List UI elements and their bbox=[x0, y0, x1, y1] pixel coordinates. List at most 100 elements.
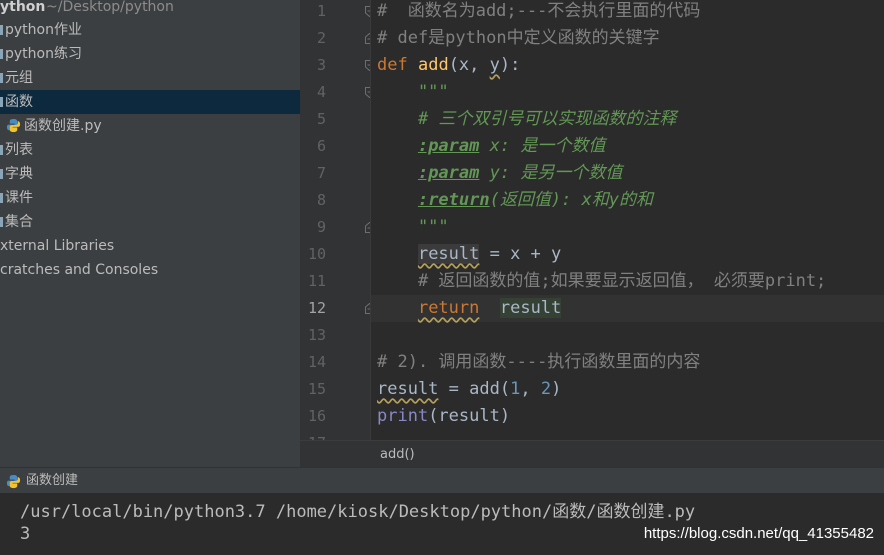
code-line-5: # 三个双引号可以实现函数的注释 bbox=[377, 109, 677, 129]
tree-item-tuple[interactable]: 元组 bbox=[0, 66, 300, 90]
tree-item-dict[interactable]: 字典 bbox=[0, 162, 300, 186]
code-line-15: result = add(1, 2) bbox=[377, 376, 561, 403]
code-line-12: return result bbox=[377, 295, 562, 322]
line-number: 5 bbox=[316, 110, 326, 128]
expression: = x + y bbox=[479, 244, 562, 264]
param-y: y bbox=[489, 55, 500, 75]
keyword-def: def bbox=[377, 55, 408, 75]
builtin-print: print bbox=[377, 406, 429, 426]
tree-item-scratches[interactable]: cratches and Consoles bbox=[0, 258, 300, 282]
code-line-1: # 函数名为add;---不会执行里面的代码 bbox=[377, 0, 700, 25]
tree-item-set[interactable]: 集合 bbox=[0, 210, 300, 234]
tree-item-function[interactable]: 函数 bbox=[0, 90, 300, 114]
line-number: 16 bbox=[307, 407, 326, 425]
comment-text: # 函数名为add;---不会执行里面的代码 bbox=[377, 1, 701, 21]
tree-item-list[interactable]: 列表 bbox=[0, 138, 300, 162]
tree-item-label: 函数 bbox=[5, 94, 33, 110]
code-editor[interactable]: # 函数名为add;---不会执行里面的代码 # def是python中定义函数… bbox=[371, 0, 884, 440]
line-number: 9 bbox=[316, 218, 326, 236]
keyword-return: return bbox=[417, 298, 480, 318]
doc-text: (返回值): x和y的和 bbox=[489, 190, 654, 210]
variable-result: result bbox=[417, 244, 480, 264]
code-line-14: # 2). 调用函数----执行函数里面的内容 bbox=[377, 352, 701, 372]
tree-item-label: 列表 bbox=[5, 142, 33, 158]
folder-icon bbox=[0, 217, 3, 227]
code-line-3: def add(x, y): bbox=[377, 52, 520, 79]
call-start: = add( bbox=[438, 379, 511, 399]
folder-icon bbox=[0, 97, 3, 107]
breadcrumb[interactable]: add() bbox=[300, 440, 884, 468]
comma: , bbox=[520, 379, 541, 399]
code-line-6: :param x: 是一个数值 bbox=[377, 133, 605, 160]
breadcrumb-function[interactable]: add() bbox=[380, 441, 415, 468]
line-number: 13 bbox=[307, 326, 326, 344]
line-number: 6 bbox=[316, 137, 326, 155]
python-file-icon bbox=[6, 474, 21, 489]
tree-item-python-practice[interactable]: python练习 bbox=[0, 42, 300, 66]
tree-item-label: python作业 bbox=[5, 22, 82, 38]
doc-tag-param: :param bbox=[417, 136, 480, 156]
run-console[interactable]: /usr/local/bin/python3.7 /home/kiosk/Des… bbox=[0, 493, 884, 555]
variable-result: result bbox=[377, 379, 439, 399]
code-line-8: :return(返回值): x和y的和 bbox=[377, 187, 653, 214]
tree-item-label: 元组 bbox=[5, 70, 33, 86]
tree-item-courseware[interactable]: 课件 bbox=[0, 186, 300, 210]
tree-item-label: xternal Libraries bbox=[0, 238, 115, 254]
line-number: 2 bbox=[316, 29, 326, 47]
folder-icon bbox=[0, 193, 3, 203]
function-name: add bbox=[417, 55, 449, 75]
tree-item-label: 课件 bbox=[5, 190, 33, 206]
tree-item-label: python练习 bbox=[5, 46, 82, 62]
line-number: 7 bbox=[316, 164, 326, 182]
tree-item-python-homework[interactable]: python作业 bbox=[0, 18, 300, 42]
doc-tag-return: :return bbox=[417, 190, 490, 210]
line-number: 1 bbox=[316, 2, 326, 20]
tree-item-label: 集合 bbox=[5, 214, 33, 230]
params-end: ): bbox=[499, 55, 521, 75]
code-line-11: # 返回函数的值;如果要显示返回值， 必须要print; bbox=[377, 271, 827, 291]
code-line-2: # def是python中定义函数的关键字 bbox=[377, 25, 660, 52]
call-end: ) bbox=[551, 379, 562, 399]
line-number: 15 bbox=[307, 380, 326, 398]
folder-icon bbox=[0, 169, 3, 179]
project-root-name: ython bbox=[0, 0, 46, 15]
folder-icon bbox=[0, 25, 3, 35]
console-command: /usr/local/bin/python3.7 /home/kiosk/Des… bbox=[20, 502, 696, 522]
tree-item-label: 函数创建.py bbox=[24, 118, 102, 134]
line-number: 4 bbox=[316, 83, 326, 101]
folder-icon bbox=[0, 73, 3, 83]
python-file-icon bbox=[6, 118, 21, 133]
project-tree: ython ~/Desktop/python python作业 python练习… bbox=[0, 0, 300, 467]
watermark: https://blog.csdn.net/qq_41355482 bbox=[643, 525, 874, 542]
tree-item-function-create-py[interactable]: 函数创建.py bbox=[0, 114, 300, 138]
params-start: (x, bbox=[448, 55, 490, 75]
folder-icon bbox=[0, 145, 3, 155]
folder-icon bbox=[0, 49, 3, 59]
run-tab-bar: 函数创建 bbox=[0, 467, 884, 494]
doc-text: y: 是另一个数值 bbox=[479, 163, 623, 183]
call-args: (result) bbox=[428, 406, 511, 426]
code-line-9: """ bbox=[377, 217, 449, 237]
variable-result: result bbox=[499, 298, 562, 318]
line-number-active: 12 bbox=[307, 299, 326, 317]
number-literal: 1 bbox=[510, 379, 521, 399]
project-root[interactable]: ython ~/Desktop/python bbox=[0, 0, 300, 19]
line-number: 8 bbox=[316, 191, 326, 209]
tree-item-label: cratches and Consoles bbox=[0, 262, 159, 278]
line-number: 3 bbox=[316, 56, 326, 74]
number-literal: 2 bbox=[540, 379, 552, 399]
doc-tag-param: :param bbox=[417, 163, 480, 183]
tree-item-label: 字典 bbox=[5, 166, 33, 182]
line-number: 14 bbox=[307, 353, 326, 371]
doc-text: x: 是一个数值 bbox=[479, 136, 606, 156]
line-number: 11 bbox=[307, 272, 326, 290]
code-line-7: :param y: 是另一个数值 bbox=[377, 160, 622, 187]
comment-text: # def是python中定义函数的关键字 bbox=[377, 28, 660, 48]
line-number: 10 bbox=[307, 245, 326, 263]
tree-item-external-libraries[interactable]: xternal Libraries bbox=[0, 234, 300, 258]
console-output: 3 bbox=[20, 524, 31, 544]
line-number: 17 bbox=[300, 430, 326, 440]
code-line-10: result = x + y bbox=[377, 241, 561, 268]
run-tab-label[interactable]: 函数创建 bbox=[26, 468, 78, 494]
code-line-4: """ bbox=[377, 82, 449, 102]
